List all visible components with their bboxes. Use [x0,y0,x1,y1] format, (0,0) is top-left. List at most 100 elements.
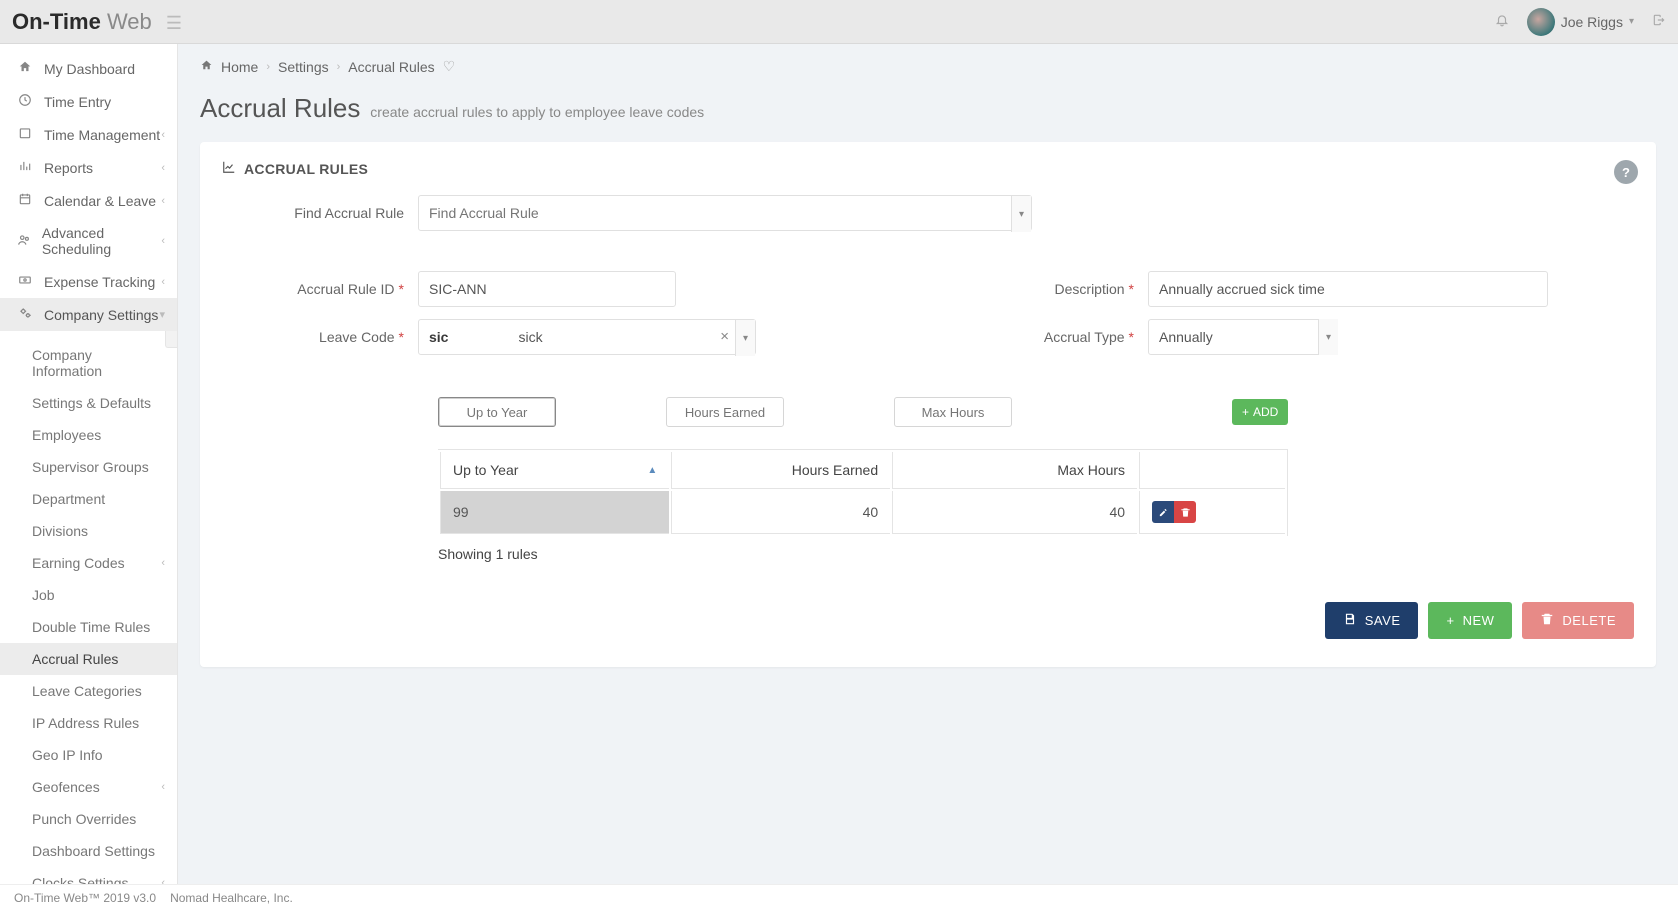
nav-item-time-management[interactable]: Time Management‹ [0,118,177,151]
max-hours-input[interactable] [894,397,1012,427]
nav-sub-label: Dashboard Settings [32,843,155,859]
nav-sub-dashboard-settings[interactable]: Dashboard Settings [0,835,177,867]
find-accrual-rule-combo[interactable]: ▾ [418,195,1032,231]
breadcrumb-settings[interactable]: Settings [278,59,329,75]
user-name: Joe Riggs [1561,14,1623,30]
chevron-left-icon: ‹ [161,195,165,207]
chevron-left-icon: ‹ [161,129,165,141]
nav-sub-job[interactable]: Job [0,579,177,611]
nav-sub-punch-overrides[interactable]: Punch Overrides [0,803,177,835]
plus-icon: + [1446,613,1454,628]
footer-company: Nomad Healhcare, Inc. [170,891,293,905]
row-edit-button[interactable] [1152,501,1174,523]
calendar-box-icon [16,126,34,143]
chevron-left-icon: ‹ [161,557,165,569]
breadcrumb: Home › Settings › Accrual Rules ♡ [178,44,1678,75]
nav-sub-label: Divisions [32,523,88,539]
calendar-icon [16,192,34,209]
nav-item-my-dashboard[interactable]: My Dashboard [0,52,177,85]
leave-code-desc: sick [518,329,542,345]
nav-label: Calendar & Leave [44,193,156,209]
new-button[interactable]: + NEW [1428,602,1512,639]
bell-icon[interactable] [1495,12,1509,32]
nav-sub-ip-address-rules[interactable]: IP Address Rules [0,707,177,739]
accrual-rules-panel: ACCRUAL RULES ? Find Accrual Rule ▾ Accr… [200,142,1656,667]
floppy-icon [1343,612,1357,629]
footer-version: On-Time Web™ 2019 v3.0 [14,891,156,905]
heart-icon[interactable]: ♡ [443,58,456,75]
hamburger-icon[interactable]: ☰ [166,13,182,33]
row-delete-button[interactable] [1174,501,1196,523]
accrual-rule-id-input[interactable] [418,271,676,307]
nav-item-advanced-scheduling[interactable]: Advanced Scheduling‹ [0,217,177,265]
add-tier-label: ADD [1253,405,1278,419]
clear-icon[interactable]: × [720,328,729,345]
showing-count: Showing 1 rules [438,546,1288,562]
nav-sub-leave-categories[interactable]: Leave Categories [0,675,177,707]
nav-sub-supervisor-groups[interactable]: Supervisor Groups [0,451,177,483]
cogs-icon [16,306,34,323]
caret-down-icon[interactable]: ▾ [1318,319,1338,355]
nav-sub-accrual-rules[interactable]: Accrual Rules [0,643,177,675]
nav-item-time-entry[interactable]: Time Entry [0,85,177,118]
nav-sub-geo-ip-info[interactable]: Geo IP Info [0,739,177,771]
chevron-left-icon: ‹ [161,781,165,793]
footer: On-Time Web™ 2019 v3.0 Nomad Healhcare, … [0,884,1678,910]
nav-item-expense-tracking[interactable]: Expense Tracking‹ [0,265,177,298]
caret-down-icon[interactable]: ▾ [735,320,755,356]
topbar: On-Time Web ☰ Joe Riggs ▾ [0,0,1678,44]
nav-sub-double-time-rules[interactable]: Double Time Rules [0,611,177,643]
nav-sub-settings-defaults[interactable]: Settings & Defaults [0,387,177,419]
nav-sub-label: IP Address Rules [32,715,139,731]
add-tier-button[interactable]: + ADD [1232,399,1288,425]
nav-item-calendar-leave[interactable]: Calendar & Leave ‹ [0,184,177,217]
nav-sub-clocks-settings[interactable]: Clocks Settings‹ [0,867,177,884]
cell-hours-earned: 40 [671,491,890,534]
hours-earned-input[interactable] [666,397,784,427]
nav-sub-label: Supervisor Groups [32,459,149,475]
chart-line-icon [222,160,236,177]
delete-button[interactable]: DELETE [1522,602,1634,639]
new-label: NEW [1463,613,1495,628]
breadcrumb-leaf[interactable]: Accrual Rules [348,59,434,75]
nav-sub-employees[interactable]: Employees [0,419,177,451]
leave-code-label: Leave Code* [222,329,418,345]
main-content: Home › Settings › Accrual Rules ♡ Accrua… [178,44,1678,884]
people-icon [16,233,32,250]
caret-down-icon[interactable]: ▾ [1011,196,1031,232]
page-subtitle: create accrual rules to apply to employe… [370,104,704,120]
accrual-type-select[interactable]: Annually ▾ [1148,319,1338,355]
chevron-down-icon: ▾ [1629,16,1634,27]
nav-sub-label: Punch Overrides [32,811,136,827]
col-up-to-year[interactable]: Up to Year ▲ [440,452,669,489]
nav-sub-label: Earning Codes [32,555,125,571]
logout-icon[interactable] [1652,12,1666,32]
nav-sub-company-information[interactable]: Company Information [0,339,177,387]
nav-label: Advanced Scheduling [42,225,161,257]
user-menu[interactable]: Joe Riggs ▾ [1527,8,1634,36]
nav-sub-department[interactable]: Department [0,483,177,515]
table-row[interactable]: 994040 [440,491,1285,534]
leave-code-code: sic [429,329,448,345]
breadcrumb-home[interactable]: Home [221,59,258,75]
leave-code-combo[interactable]: sic sick × ▾ [418,319,756,355]
col-hours-earned[interactable]: Hours Earned [671,452,890,489]
nav-sub-divisions[interactable]: Divisions [0,515,177,547]
help-button[interactable]: ? [1614,160,1638,184]
tier-table: Up to Year ▲ Hours Earned Max Hours 9940… [438,449,1288,536]
col-max-hours[interactable]: Max Hours [892,452,1137,489]
up-to-year-input[interactable] [438,397,556,427]
home-icon [200,59,213,75]
description-input[interactable] [1148,271,1548,307]
find-accrual-rule-input[interactable] [429,196,1021,230]
nav-item-reports[interactable]: Reports‹ [0,151,177,184]
nav-sub-earning-codes[interactable]: Earning Codes ‹ [0,547,177,579]
nav-sub-geofences[interactable]: Geofences‹ [0,771,177,803]
save-button[interactable]: SAVE [1325,602,1419,639]
cell-max-hours: 40 [892,491,1137,534]
nav-item-company-settings[interactable]: Company Settings▾ [0,298,177,331]
nav-sub-label: Leave Categories [32,683,142,699]
description-label: Description* [958,281,1148,297]
nav-label: My Dashboard [44,61,135,77]
nav-sub-label: Employees [32,427,101,443]
